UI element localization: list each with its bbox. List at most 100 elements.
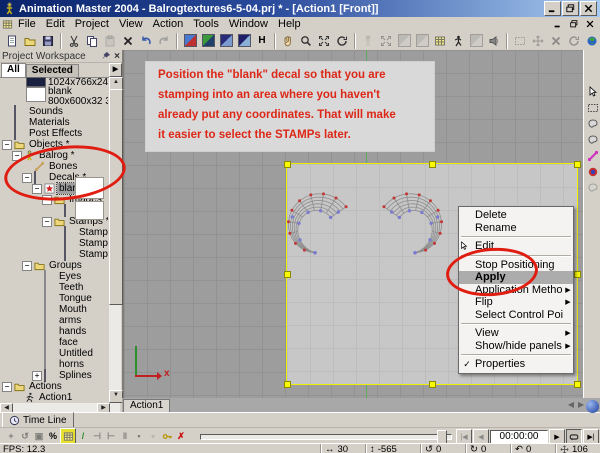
timeline-slider-thumb[interactable] — [437, 430, 447, 444]
playback-play[interactable]: ▶ — [549, 429, 565, 444]
timeline-tl-move[interactable]: + — [4, 429, 18, 443]
tree-item-stamp1[interactable]: Stamp1 — [0, 227, 108, 238]
collapse-icon[interactable]: − — [22, 173, 32, 183]
workspace-tab-selected[interactable]: Selected — [26, 64, 79, 77]
timeline-tl-opt2[interactable]: ▫ — [146, 429, 160, 443]
context-menu-edit[interactable]: Edit — [459, 240, 573, 253]
context-menu-properties[interactable]: ✓Properties — [459, 358, 573, 371]
collapse-icon[interactable]: − — [2, 382, 12, 392]
toolbar-choreography-mode-button[interactable] — [467, 32, 485, 49]
minimize-button[interactable] — [544, 1, 561, 16]
menu-view[interactable]: View — [114, 18, 148, 31]
menu-window[interactable]: Window — [224, 18, 273, 31]
timeline-tl-make-keyframe[interactable] — [160, 429, 174, 443]
toolbar-bound-zoom-tool[interactable] — [315, 32, 333, 49]
tree-item-stamp3[interactable]: Stamp3 — [0, 249, 108, 260]
playback-go-to-end[interactable]: ▶| — [583, 429, 599, 444]
tree-row[interactable]: 1024x766x24 19 — [0, 77, 108, 86]
menu-help[interactable]: Help — [273, 18, 306, 31]
toolbar-dynamics-mode-button[interactable] — [413, 32, 431, 49]
decal-handle[interactable] — [284, 381, 291, 388]
tree-item-arms[interactable]: arms — [0, 315, 108, 326]
workspace-tabs-scroll[interactable]: ▶ — [109, 63, 122, 77]
context-menu-application-method[interactable]: Application Method▶ — [459, 284, 573, 297]
tool-bone-tool[interactable] — [585, 148, 600, 163]
toolbar-mode-muscle-button[interactable] — [217, 32, 235, 49]
tree-row[interactable]: blank800x600x32 32 8 — [0, 86, 108, 106]
toolbar-undo[interactable] — [137, 32, 155, 49]
timeline-slider[interactable] — [200, 434, 452, 440]
toolbar-bones-mode[interactable] — [359, 32, 377, 49]
tool-eye-target[interactable] — [585, 164, 600, 179]
horn-mesh-left[interactable] — [282, 180, 358, 274]
toolbar-save-embed[interactable] — [39, 32, 57, 49]
pin-icon[interactable] — [101, 51, 111, 61]
tree-item-bones[interactable]: Bones — [0, 161, 108, 172]
tree-item-balrog-[interactable]: −Balrog * — [0, 150, 108, 161]
menu-edit[interactable]: Edit — [41, 18, 70, 31]
toolbar-cut[interactable] — [65, 32, 83, 49]
tab-scroll-left-icon[interactable]: ◀ — [568, 400, 574, 411]
timeline-tl-percent[interactable]: % — [46, 429, 60, 443]
tree-item-action1[interactable]: Action1 — [0, 392, 108, 403]
tree-vertical-scrollbar[interactable]: ▲ ▼ — [109, 77, 121, 403]
title-bar[interactable]: Animation Master 2004 - Balrogtextures6-… — [0, 0, 600, 17]
context-menu-stop-positioning[interactable]: Stop Positioning — [459, 259, 573, 272]
playback-go-to-start[interactable]: |◀ — [456, 429, 472, 444]
tree-item-splines[interactable]: +Splines — [0, 370, 108, 381]
toolbar-sound-mode[interactable] — [485, 32, 503, 49]
decal-handle[interactable] — [574, 381, 581, 388]
child-restore-button[interactable] — [567, 19, 580, 30]
decal-handle[interactable] — [284, 161, 291, 168]
decal-handle[interactable] — [429, 381, 436, 388]
toolbar-mode-modeling-button[interactable] — [181, 32, 199, 49]
collapse-icon[interactable]: − — [22, 261, 32, 271]
toolbar-zoom-tool[interactable] — [297, 32, 315, 49]
tool-lasso-select[interactable] — [585, 116, 600, 131]
context-menu-apply[interactable]: Apply — [459, 271, 573, 284]
expand-icon[interactable]: + — [32, 371, 42, 381]
toolbar-delete[interactable] — [119, 32, 137, 49]
tree-item-stamp2[interactable]: Stamp2 — [0, 238, 108, 249]
playback-previous-frame[interactable]: ◀ — [473, 429, 489, 444]
child-minimize-button[interactable] — [551, 19, 564, 30]
collapse-icon[interactable]: − — [2, 140, 12, 150]
playback-loop-toggle[interactable] — [566, 429, 582, 444]
tool-hide-tool[interactable] — [585, 180, 600, 195]
toolbar-paste[interactable] — [101, 32, 119, 49]
toolbar-pan-tool[interactable] — [279, 32, 297, 49]
timeline-tl-rotate[interactable]: ↺ — [18, 429, 32, 443]
toolbar-redo[interactable] — [155, 32, 173, 49]
collapse-icon[interactable]: − — [12, 151, 22, 161]
tool-marquee-select[interactable] — [585, 100, 600, 115]
toolbar-translate-manipulator[interactable] — [529, 32, 547, 49]
tree-item-face[interactable]: face — [0, 337, 108, 348]
timeline-tl-prev-key[interactable]: ⊣ — [90, 429, 104, 443]
timeline-tl-delete-keyframe[interactable]: ✗ — [174, 429, 188, 443]
tree-item-teeth[interactable]: Teeth — [0, 282, 108, 293]
context-menu-select-control-points[interactable]: Select Control Points — [459, 309, 573, 322]
toolbar-mode-grooming-button[interactable] — [199, 32, 217, 49]
decal-handle[interactable] — [574, 161, 581, 168]
toolbar-mode-skeletal-button[interactable] — [235, 32, 253, 49]
close-button[interactable] — [580, 1, 597, 16]
viewport[interactable]: Position the "blank" decal so that you a… — [124, 50, 583, 398]
collapse-icon[interactable]: − — [42, 195, 52, 205]
workspace-tab-all[interactable]: All — [1, 63, 26, 77]
context-menu-show-hide-panels[interactable]: Show/hide panels▶ — [459, 340, 573, 353]
tree-item-materials[interactable]: Materials — [0, 117, 108, 128]
tree-item-untitled[interactable]: Untitled — [0, 348, 108, 359]
tree-item-eyes[interactable]: Eyes — [0, 271, 108, 282]
tree-item-objects-[interactable]: −Objects * — [0, 139, 108, 150]
timeline-tl-hold[interactable]: ‖ — [118, 429, 132, 443]
menu-file[interactable]: File — [13, 18, 41, 31]
toolbar-action-mode[interactable] — [449, 32, 467, 49]
menu-action[interactable]: Action — [148, 18, 189, 31]
tool-select-arrow[interactable] — [585, 84, 600, 99]
toolbar-copy[interactable] — [83, 32, 101, 49]
menu-tools[interactable]: Tools — [188, 18, 224, 31]
toolbar-new-file[interactable] — [3, 32, 21, 49]
timeline-tab[interactable]: Time Line — [2, 412, 74, 428]
action1-tab[interactable]: Action1 — [123, 399, 170, 412]
context-menu-flip[interactable]: Flip▶ — [459, 296, 573, 309]
